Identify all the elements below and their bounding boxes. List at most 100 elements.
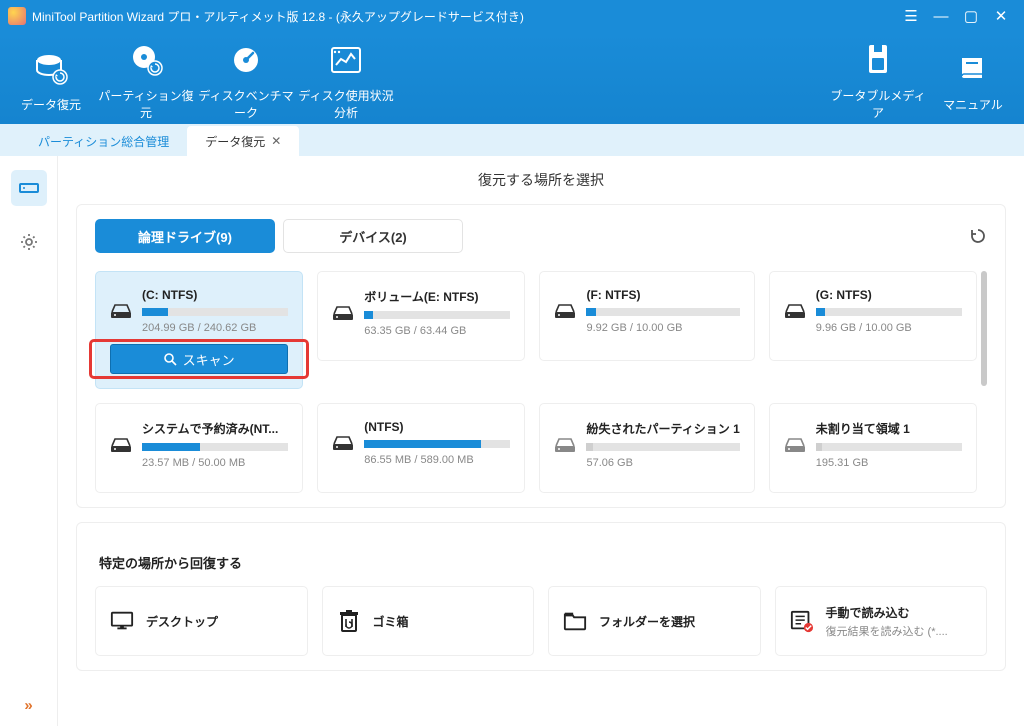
drive-name: システムで予約済み(NT... [142,420,288,437]
drive-card[interactable]: システムで予約済み(NT... 23.57 MB / 50.00 MB [95,403,303,493]
drive-icon [784,303,806,319]
minimize-button[interactable]: — [926,5,956,27]
toolbar-bootable-media[interactable]: ブータブルメディア [828,43,928,121]
location-manual-load[interactable]: 手動で読み込む 復元結果を読み込む (*.... [775,586,988,656]
toolbar-disk-benchmark[interactable]: ディスクベンチマーク [196,43,296,121]
manual-load-icon [790,609,814,633]
location-label: フォルダーを選択 [599,613,695,630]
partition-recovery-icon [129,43,163,77]
bootable-icon [861,43,895,77]
drive-icon [554,437,576,453]
location-grid: デスクトップ ゴミ箱 フォルダーを選択 [95,586,987,656]
drive-size: 204.99 GB / 240.62 GB [142,322,288,334]
drive-grid: (C: NTFS)204.99 GB / 240.62 GBスキャンボリューム(… [95,271,977,493]
toolbar-disk-usage[interactable]: ディスク使用状況分析 [296,43,396,121]
drive-card[interactable]: (NTFS) 86.55 MB / 589.00 MB [317,403,525,493]
location-label: ゴミ箱 [373,613,409,630]
subtabs: 論理ドライブ(9) デバイス(2) [95,219,987,253]
drive-name: (G: NTFS) [816,288,962,302]
location-desktop[interactable]: デスクトップ [95,586,308,656]
drive-size: 9.96 GB / 10.00 GB [816,322,962,334]
drive-card[interactable]: (G: NTFS) 9.96 GB / 10.00 GB [769,271,977,361]
drive-card[interactable]: (F: NTFS) 9.92 GB / 10.00 GB [539,271,754,361]
drive-card[interactable]: (C: NTFS) 204.99 GB / 240.62 GB スキャン [95,271,303,389]
usage-icon [329,43,363,77]
drive-card[interactable]: 紛失されたパーティション 1 57.06 GB [539,403,754,493]
scan-button[interactable]: スキャン [110,344,288,374]
tab-data-recovery[interactable]: データ復元 ✕ [187,126,299,156]
drive-card[interactable]: 未割り当て領域 1 195.31 GB [769,403,977,493]
page-title: 復元する場所を選択 [58,156,1024,200]
side-toolbar: » [0,156,58,726]
app-tabs: パーティション総合管理 データ復元 ✕ [0,124,1024,156]
drive-icon [784,437,806,453]
drive-card[interactable]: ボリューム(E: NTFS) 63.35 GB / 63.44 GB [317,271,525,361]
tab-label: データ復元 [205,133,265,150]
subtab-devices[interactable]: デバイス(2) [283,219,463,253]
titlebar: MiniTool Partition Wizard プロ・アルティメット版 12… [0,0,1024,32]
refresh-button[interactable] [969,227,987,245]
drives-section: 論理ドライブ(9) デバイス(2) (C: NTFS) 204.99 GB / 2… [76,204,1006,508]
drive-icon [554,303,576,319]
location-select-folder[interactable]: フォルダーを選択 [548,586,761,656]
drive-name: (C: NTFS) [142,288,288,302]
drive-size: 195.31 GB [816,457,962,469]
side-expand[interactable]: » [24,697,32,714]
benchmark-icon [229,43,263,77]
drive-icon [110,437,132,453]
main-panel: 復元する場所を選択 論理ドライブ(9) デバイス(2) (C: NTFS) 204… [58,156,1024,726]
close-button[interactable]: ✕ [986,5,1016,27]
toolbar-manual[interactable]: マニュアル [928,52,1018,113]
usage-bar [816,308,962,316]
usage-bar [364,440,510,448]
trash-icon [337,609,361,633]
usage-bar [816,443,962,451]
usage-bar [364,311,510,319]
drive-icon [332,435,354,451]
subtab-logical-drives[interactable]: 論理ドライブ(9) [95,219,275,253]
toolbar-label: ディスク使用状況分析 [296,87,396,121]
location-trash[interactable]: ゴミ箱 [322,586,535,656]
drive-icon [332,305,354,321]
toolbar-label: ブータブルメディア [828,87,928,121]
drive-icon [110,303,132,319]
toolbar-label: データ復元 [21,96,81,113]
toolbar-label: ディスクベンチマーク [196,87,296,121]
location-sublabel: 復元結果を読み込む (*.... [826,623,973,639]
drive-size: 23.57 MB / 50.00 MB [142,457,288,469]
usage-bar [586,443,739,451]
drive-size: 86.55 MB / 589.00 MB [364,454,510,466]
subtab-label: デバイス(2) [339,227,407,246]
usage-bar [586,308,739,316]
drive-name: (F: NTFS) [586,288,739,302]
subtab-label: 論理ドライブ(9) [138,227,232,246]
side-drive-view[interactable] [11,170,47,206]
drive-name: (NTFS) [364,420,510,434]
manual-icon [956,52,990,86]
toolbar-label: マニュアル [943,96,1003,113]
locations-section: 特定の場所から回復する デスクトップ ゴミ箱 [76,522,1006,671]
tab-partition-management[interactable]: パーティション総合管理 [20,126,187,156]
toolbar-partition-recovery[interactable]: パーティション復元 [96,43,196,121]
tab-label: パーティション総合管理 [38,133,169,150]
app-title: MiniTool Partition Wizard プロ・アルティメット版 12… [32,8,524,25]
toolbar-data-recovery[interactable]: データ復元 [6,52,96,113]
side-settings[interactable] [11,224,47,260]
usage-bar [142,308,288,316]
drive-name: 未割り当て領域 1 [816,420,962,437]
section-title: 特定の場所から回復する [99,553,987,572]
usage-bar [142,443,288,451]
scroll-thumb[interactable] [981,271,987,386]
close-icon[interactable]: ✕ [271,134,281,148]
content-area: » 復元する場所を選択 論理ドライブ(9) デバイス(2) (C: NTFS) 2… [0,156,1024,726]
desktop-icon [110,609,134,633]
drive-name: ボリューム(E: NTFS) [364,288,510,305]
drive-size: 57.06 GB [586,457,739,469]
drive-size: 63.35 GB / 63.44 GB [364,325,510,337]
maximize-button[interactable]: ▢ [956,5,986,27]
scrollbar[interactable] [981,271,987,471]
location-label: 手動で読み込む [826,604,973,621]
drive-size: 9.92 GB / 10.00 GB [586,322,739,334]
menu-icon[interactable]: ☰ [896,5,926,27]
drive-name: 紛失されたパーティション 1 [586,420,739,437]
